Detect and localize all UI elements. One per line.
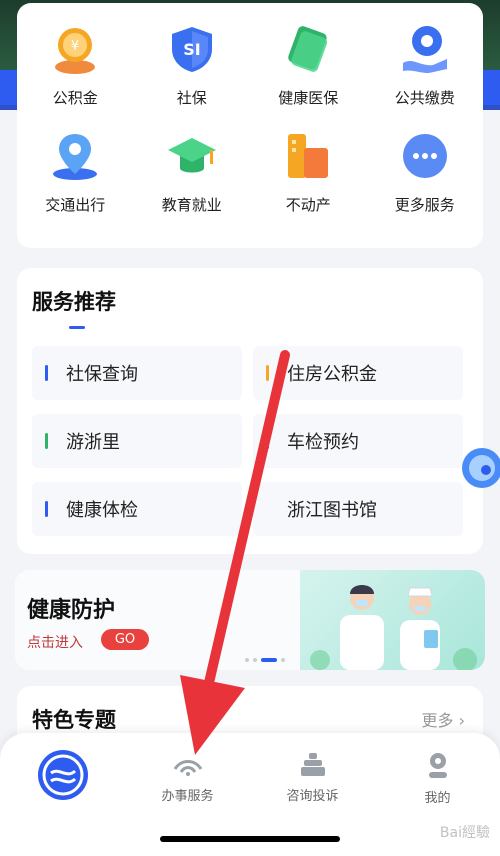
service-housing-fund[interactable]: ¥ 公积金 bbox=[17, 23, 134, 108]
go-button[interactable]: GO bbox=[101, 629, 149, 650]
real-estate-icon bbox=[282, 130, 334, 182]
home-indicator bbox=[160, 836, 340, 842]
tab-profile[interactable]: 我的 bbox=[375, 733, 500, 823]
recommend-label: 社保查询 bbox=[66, 364, 138, 385]
service-grid-card: ¥ 公积金 SI 社保 健康医保 公共缴费 交通出行 教育就业 不动产 更多服务 bbox=[17, 3, 483, 248]
recommend-item[interactable]: 游浙里 bbox=[32, 414, 242, 468]
service-label: 公共缴费 bbox=[394, 89, 455, 107]
recommend-item[interactable]: 住房公积金 bbox=[253, 346, 463, 400]
watermark: Bai經驗 bbox=[439, 825, 490, 841]
recommend-label: 游浙里 bbox=[66, 432, 120, 453]
recommend-item[interactable]: 健康体检 bbox=[32, 482, 242, 536]
home-logo-icon bbox=[37, 749, 89, 805]
recommend-label: 车检预约 bbox=[287, 432, 359, 453]
service-grid: ¥ 公积金 SI 社保 健康医保 公共缴费 交通出行 教育就业 不动产 更多服务 bbox=[17, 23, 483, 215]
service-icon bbox=[173, 755, 203, 781]
service-more[interactable]: 更多服务 bbox=[367, 130, 484, 215]
tab-label: 办事服务 bbox=[161, 789, 214, 804]
service-label: 社保 bbox=[176, 89, 207, 107]
more-services-icon bbox=[399, 130, 451, 182]
service-transport[interactable]: 交通出行 bbox=[17, 130, 134, 215]
service-label: 更多服务 bbox=[394, 196, 455, 214]
carousel-dots bbox=[245, 658, 285, 662]
doctors-illustration bbox=[300, 570, 485, 670]
tab-consult[interactable]: 咨询投诉 bbox=[250, 733, 375, 823]
consult-icon bbox=[300, 751, 326, 781]
recommend-label: 浙江图书馆 bbox=[287, 500, 377, 521]
service-label: 教育就业 bbox=[161, 196, 222, 214]
service-label: 交通出行 bbox=[45, 196, 106, 214]
recommend-label: 健康体检 bbox=[66, 500, 138, 521]
service-public-payment[interactable]: 公共缴费 bbox=[367, 23, 484, 108]
recommend-item[interactable]: 浙江图书馆 bbox=[253, 482, 463, 536]
featured-title: 特色专题 bbox=[32, 708, 116, 732]
title-underline bbox=[69, 326, 85, 329]
tab-label: 咨询投诉 bbox=[286, 789, 339, 804]
recommend-card: 服务推荐 社保查询 住房公积金 游浙里 车检预约 健康体检 浙江图书馆 bbox=[17, 268, 483, 554]
svg-text:¥: ¥ bbox=[71, 39, 79, 54]
more-link[interactable]: 更多 › bbox=[422, 707, 466, 731]
assistant-bubble[interactable] bbox=[456, 440, 500, 500]
public-payment-icon bbox=[399, 23, 451, 75]
tab-home[interactable] bbox=[0, 733, 125, 823]
health-insurance-icon bbox=[282, 23, 334, 75]
svg-text:SI: SI bbox=[183, 40, 200, 59]
health-banner[interactable]: 健康防护 点击进入 GO bbox=[15, 570, 485, 670]
housing-fund-icon: ¥ bbox=[49, 23, 101, 75]
transport-icon bbox=[49, 130, 101, 182]
banner-title: 健康防护 bbox=[27, 598, 116, 623]
recommend-item[interactable]: 社保查询 bbox=[32, 346, 242, 400]
banner-subtitle: 点击进入 bbox=[27, 635, 83, 651]
service-label: 不动产 bbox=[285, 196, 331, 214]
recommend-title: 服务推荐 bbox=[32, 290, 116, 314]
service-health-insurance[interactable]: 健康医保 bbox=[250, 23, 367, 108]
tab-service[interactable]: 办事服务 bbox=[125, 733, 250, 823]
service-education[interactable]: 教育就业 bbox=[134, 130, 251, 215]
service-label: 健康医保 bbox=[278, 89, 339, 107]
education-icon bbox=[166, 130, 218, 182]
tab-label: 我的 bbox=[424, 791, 451, 806]
profile-icon bbox=[425, 751, 451, 783]
service-social-security[interactable]: SI 社保 bbox=[134, 23, 251, 108]
service-real-estate[interactable]: 不动产 bbox=[250, 130, 367, 215]
social-security-icon: SI bbox=[166, 23, 218, 75]
recommend-item[interactable]: 车检预约 bbox=[253, 414, 463, 468]
recommend-label: 住房公积金 bbox=[287, 364, 377, 385]
service-label: 公积金 bbox=[52, 89, 98, 107]
